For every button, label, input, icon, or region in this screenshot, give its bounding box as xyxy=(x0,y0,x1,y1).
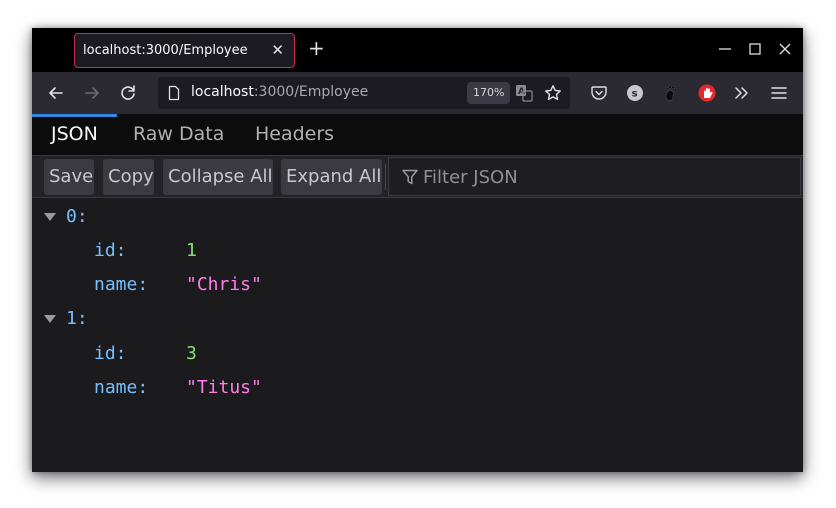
new-tab-icon[interactable]: + xyxy=(308,38,325,58)
window-close-icon[interactable] xyxy=(776,40,794,58)
tree-row: name: "Titus" xyxy=(32,371,803,405)
hamburger-menu-icon[interactable] xyxy=(770,84,788,102)
json-value-number: 1 xyxy=(186,240,197,261)
expand-triangle-icon[interactable] xyxy=(44,213,56,221)
bookmark-star-icon[interactable] xyxy=(544,84,562,102)
reload-icon[interactable] xyxy=(118,83,138,103)
tab-title: localhost:3000/Employee xyxy=(83,43,248,58)
filter-json-input[interactable] xyxy=(423,162,783,192)
expand-triangle-icon[interactable] xyxy=(44,315,56,323)
maximize-icon[interactable] xyxy=(746,40,764,58)
copy-button[interactable]: Copy xyxy=(103,159,154,195)
json-value-string: "Chris" xyxy=(186,274,262,295)
url-bar[interactable]: localhost:3000/Employee 170% A xyxy=(158,77,570,109)
title-bar: localhost:3000/Employee ✕ + xyxy=(32,28,803,72)
page-icon xyxy=(168,85,180,101)
expand-all-button[interactable]: Expand All xyxy=(281,159,382,195)
tab-json[interactable]: JSON xyxy=(32,114,117,155)
url-path: :3000/Employee xyxy=(253,84,369,100)
s-extension-icon[interactable]: s xyxy=(626,84,644,102)
tree-row: id: 1 xyxy=(32,234,803,268)
filter-box xyxy=(388,157,801,196)
json-index: 0: xyxy=(66,206,88,227)
json-toolbar: Save Copy Collapse All Expand All xyxy=(32,156,803,198)
tree-row-index-0[interactable]: 0: xyxy=(32,200,803,234)
save-button[interactable]: Save xyxy=(44,159,94,195)
svg-text:A: A xyxy=(518,87,525,97)
browser-tab[interactable]: localhost:3000/Employee ✕ xyxy=(74,33,295,68)
overflow-chevrons-icon[interactable] xyxy=(733,84,751,102)
tree-row: id: 3 xyxy=(32,337,803,371)
toolbar-divider xyxy=(385,164,386,190)
json-value-number: 3 xyxy=(186,343,197,364)
url-host: localhost xyxy=(191,84,254,100)
json-tree: 0: id: 1 name: "Chris" 1: id: 3 name: "T… xyxy=(32,198,803,472)
json-key: id: xyxy=(94,343,127,364)
pocket-icon[interactable] xyxy=(590,84,608,102)
tree-row: name: "Chris" xyxy=(32,268,803,302)
navigation-bar: localhost:3000/Employee 170% A s xyxy=(32,72,803,114)
stop-hand-icon[interactable] xyxy=(698,84,716,102)
back-arrow-icon[interactable] xyxy=(46,83,66,103)
tab-raw-data[interactable]: Raw Data xyxy=(133,114,224,155)
json-value-string: "Titus" xyxy=(186,377,262,398)
gnome-foot-icon[interactable] xyxy=(662,84,680,102)
svg-text:s: s xyxy=(632,89,638,100)
minimize-icon[interactable] xyxy=(716,40,734,58)
tree-row-index-1[interactable]: 1: xyxy=(32,302,803,336)
json-index: 1: xyxy=(66,308,88,329)
json-key: name: xyxy=(94,274,149,295)
forward-arrow-icon[interactable] xyxy=(82,83,102,103)
browser-window: localhost:3000/Employee ✕ + localhost:30… xyxy=(32,28,803,472)
url-text[interactable]: localhost:3000/Employee xyxy=(191,84,368,100)
translate-icon[interactable]: A xyxy=(515,84,533,102)
collapse-all-button[interactable]: Collapse All xyxy=(163,159,273,195)
tab-headers[interactable]: Headers xyxy=(255,114,334,155)
json-key: id: xyxy=(94,240,127,261)
zoom-level-badge[interactable]: 170% xyxy=(467,82,511,104)
viewer-tabs: JSON Raw Data Headers xyxy=(32,114,803,156)
filter-funnel-icon xyxy=(402,169,418,185)
close-tab-icon[interactable]: ✕ xyxy=(271,41,284,59)
json-key: name: xyxy=(94,377,149,398)
